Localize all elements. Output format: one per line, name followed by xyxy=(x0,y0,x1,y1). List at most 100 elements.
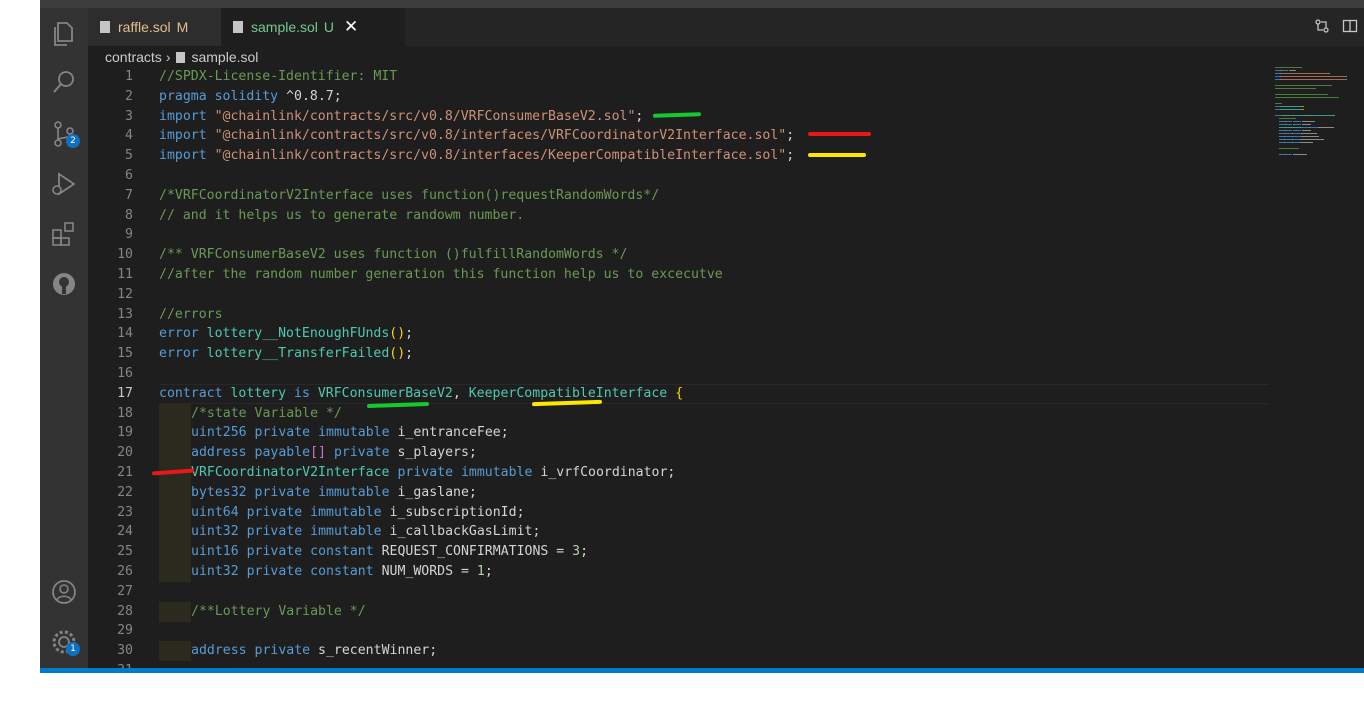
code-line[interactable]: 26 uint32 private constant NUM_WORDS = 1; xyxy=(88,562,1218,582)
code-line[interactable]: 18 /*state Variable */ xyxy=(88,403,1218,424)
minimap-line xyxy=(1281,70,1289,71)
code-line[interactable]: 8 // and it helps us to generate randowm … xyxy=(88,206,1218,226)
compare-changes-icon[interactable] xyxy=(1314,18,1330,34)
code-line[interactable]: 7 /*VRFCoordinatorV2Interface uses functi… xyxy=(88,186,1218,206)
line-number: 18 xyxy=(117,405,133,421)
code-token: private xyxy=(333,445,390,461)
tab-label: raffle.sol xyxy=(118,19,171,35)
line-number: 22 xyxy=(117,484,133,500)
code-token: //errors xyxy=(159,306,223,322)
code-token: i_callbackGasLimit; xyxy=(381,524,541,540)
search-icon[interactable] xyxy=(48,66,80,98)
code-token: i_vrfCoordinator; xyxy=(532,465,676,480)
code-line[interactable]: 30 address private s_recentWinner; xyxy=(88,641,1218,662)
line-number: 19 xyxy=(117,425,133,441)
code-line[interactable]: 2 pragma solidity ^0.8.7; xyxy=(88,87,1218,107)
code-line[interactable]: 27 xyxy=(88,582,1218,602)
code-line[interactable]: 17 contract lottery is VRFConsumerBaseV2,… xyxy=(88,384,1218,404)
code-line[interactable]: 19 uint256 private immutable i_entranceFe… xyxy=(88,423,1218,444)
tab-sample-sol[interactable]: sample.sol U ✕ xyxy=(221,8,405,46)
minimap-line xyxy=(1312,142,1314,143)
indent-guide xyxy=(159,502,191,523)
code-line[interactable]: 25 uint16 private constant REQUEST_CONFIR… xyxy=(88,542,1218,563)
code-line[interactable]: 29 xyxy=(88,621,1218,641)
code-text: error lottery__NotEnoughFUnds(); xyxy=(159,324,413,344)
minimap-line xyxy=(1281,76,1347,77)
settings-gear-icon[interactable]: 1 xyxy=(48,626,80,658)
code-token: import xyxy=(159,108,207,124)
code-token: NUM_WORDS = xyxy=(373,564,477,579)
code-line[interactable]: 23 uint64 private immutable i_subscriptio… xyxy=(88,502,1218,523)
code-line[interactable]: 20 address payable[] private s_players; xyxy=(88,443,1218,464)
code-token: immutable xyxy=(310,524,382,540)
code-token: payable xyxy=(254,445,311,461)
code-line[interactable]: 9 xyxy=(88,225,1218,245)
settings-badge: 1 xyxy=(66,642,80,656)
run-debug-icon[interactable] xyxy=(48,168,80,200)
minimap-line xyxy=(1292,136,1301,137)
code-token: () xyxy=(389,346,406,362)
code-line[interactable]: 11 //after the random number generation t… xyxy=(88,265,1218,285)
code-token: ^0.8.7; xyxy=(278,88,342,104)
code-line[interactable]: 5 import "@chainlink/contracts/src/v0.8/i… xyxy=(88,146,1218,166)
breadcrumb-folder[interactable]: contracts xyxy=(105,49,162,65)
code-editor[interactable]: 1 //SPDX-License-Identifier: MIT 2 pragma s… xyxy=(88,67,1269,673)
minimap-line xyxy=(1346,76,1347,77)
minimap-line xyxy=(1288,70,1296,71)
indent-guide xyxy=(159,423,191,444)
code-token: { xyxy=(675,385,684,401)
line-number: 3 xyxy=(125,108,133,124)
code-text: import "@chainlink/contracts/src/v0.8/in… xyxy=(159,146,794,166)
tab-raffle-sol[interactable]: raffle.sol M xyxy=(88,8,221,46)
line-number: 5 xyxy=(125,148,133,164)
account-icon[interactable] xyxy=(48,576,80,608)
minimap-line xyxy=(1281,73,1329,74)
breadcrumb-file[interactable]: sample.sol xyxy=(191,49,258,65)
code-token: constant xyxy=(310,564,374,579)
code-line[interactable]: 12 xyxy=(88,285,1218,305)
code-line[interactable]: 22 bytes32 private immutable i_gaslane; xyxy=(88,482,1218,503)
code-line[interactable]: 28 /**Lottery Variable */ xyxy=(88,601,1218,622)
code-line[interactable]: 14 error lottery__NotEnoughFUnds(); xyxy=(88,324,1218,344)
code-line[interactable]: 6 xyxy=(88,166,1218,186)
code-line[interactable]: 10 /** VRFConsumerBaseV2 uses function ()… xyxy=(88,245,1218,265)
code-token: is xyxy=(294,385,310,401)
code-token: "@chainlink/contracts/src/v0.8/VRFConsum… xyxy=(214,108,636,124)
minimap[interactable] xyxy=(1275,67,1360,307)
code-line[interactable]: 13 //errors xyxy=(88,305,1218,325)
code-line[interactable]: 4 import "@chainlink/contracts/src/v0.8/i… xyxy=(88,126,1218,146)
split-editor-icon[interactable] xyxy=(1342,18,1358,34)
github-icon[interactable] xyxy=(48,268,80,300)
code-line[interactable]: 16 xyxy=(88,364,1218,384)
source-control-icon[interactable]: 2 xyxy=(48,118,80,150)
line-number: 25 xyxy=(117,544,133,560)
minimap-line xyxy=(1300,136,1319,137)
code-token: pragma xyxy=(159,88,207,104)
chevron-right-icon: › xyxy=(165,49,171,65)
line-number: 6 xyxy=(125,168,133,183)
indent-guide xyxy=(159,482,191,503)
code-line[interactable]: 21 VRFCoordinatorV2Interface private immu… xyxy=(88,463,1218,483)
explorer-icon[interactable] xyxy=(48,18,80,50)
minimap-line xyxy=(1275,88,1317,89)
extensions-icon[interactable] xyxy=(48,218,80,250)
close-tab-icon[interactable]: ✕ xyxy=(344,17,358,37)
code-line[interactable]: 15 error lottery__TransferFailed(); xyxy=(88,344,1218,364)
code-text: //SPDX-License-Identifier: MIT xyxy=(159,67,397,87)
code-token: private xyxy=(246,524,303,540)
code-token: ; xyxy=(635,108,644,124)
code-line[interactable]: 24 uint32 private immutable i_callbackGas… xyxy=(88,522,1218,543)
line-number: 29 xyxy=(117,623,133,639)
code-text: bytes32 private immutable i_gaslane; xyxy=(191,483,477,503)
line-number: 2 xyxy=(125,88,133,104)
indent-guide xyxy=(159,522,191,543)
code-line[interactable]: 1 //SPDX-License-Identifier: MIT xyxy=(88,67,1218,87)
code-token: import xyxy=(159,148,207,164)
